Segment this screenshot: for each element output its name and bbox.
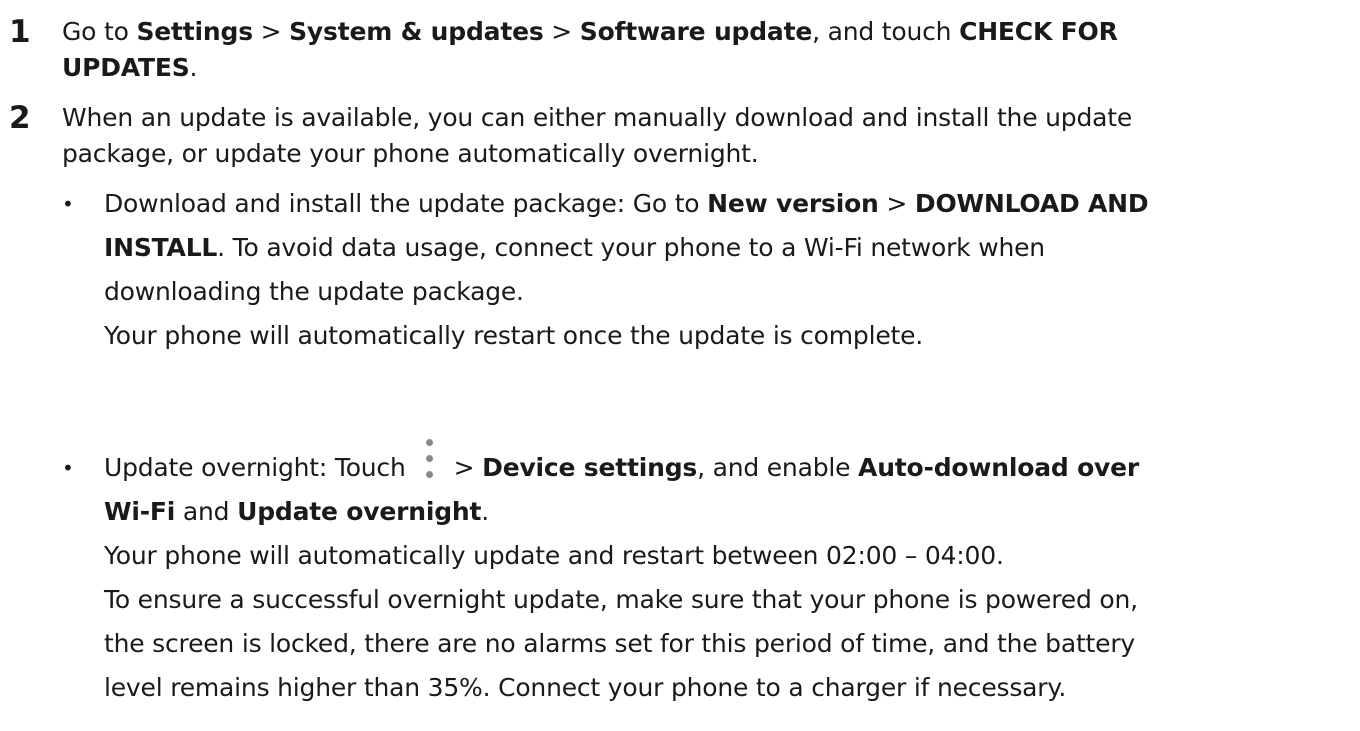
bullet-dot: • <box>62 192 74 216</box>
update-overnight-label: Update overnight <box>237 497 482 526</box>
step-number: 1 <box>9 14 31 50</box>
step-1-line-1: Go to Settings > System & updates > Soft… <box>62 14 1352 50</box>
text-run: > <box>878 189 915 218</box>
bullet-2-line-1: Update overnight: Touch > Device settings… <box>104 439 1354 490</box>
step-2-text: When an update is available, you can eit… <box>62 100 1352 172</box>
download-and-install-label: DOWNLOAD AND <box>914 189 1149 218</box>
step-1-text: Go to Settings > System & updates > Soft… <box>62 14 1352 86</box>
text-run: . <box>481 497 489 526</box>
text-run: . <box>189 53 198 82</box>
bullet-2-line-2: Wi-Fi and Update overnight. <box>104 490 1354 534</box>
bullet-2-text: Update overnight: Touch > Device settings… <box>104 439 1354 710</box>
bullet-1-line-3: downloading the update package. <box>104 277 524 306</box>
check-for-updates-label: CHECK FOR <box>959 17 1118 46</box>
text-run: , and enable <box>697 453 859 482</box>
bullet-2-line-6: level remains higher than 35%. Connect y… <box>104 673 1067 702</box>
text-run: > <box>252 17 290 46</box>
text-run: Download and install the update package:… <box>104 189 708 218</box>
check-for-updates-label-cont: UPDATES <box>62 53 190 82</box>
step-2-line-2: package, or update your phone automatica… <box>62 139 759 168</box>
text-run: > <box>543 17 580 46</box>
new-version-label: New version <box>707 189 879 218</box>
bullet-1-line-1: Download and install the update package:… <box>104 182 1354 226</box>
bullet-1-line-2: INSTALL. To avoid data usage, connect yo… <box>104 226 1354 270</box>
step-1-line-2: UPDATES. <box>62 50 1352 86</box>
bullet-1-text: Download and install the update package:… <box>104 182 1354 358</box>
download-and-install-label-cont: INSTALL <box>104 233 218 262</box>
auto-download-label-cont: Wi-Fi <box>104 497 176 526</box>
text-run: , and touch <box>812 17 960 46</box>
bullet-2-line-3: Your phone will automatically update and… <box>104 541 1004 570</box>
device-settings-label: Device settings <box>482 453 698 482</box>
more-vertical-icon <box>414 439 448 479</box>
text-run: Go to <box>62 17 137 46</box>
settings-label: Settings <box>136 17 253 46</box>
step-number: 2 <box>9 100 31 136</box>
bullet-1-line-4: Your phone will automatically restart on… <box>104 321 924 350</box>
system-updates-label: System & updates <box>289 17 544 46</box>
bullet-dot: • <box>62 456 74 480</box>
text-run: Update overnight: Touch <box>104 453 406 482</box>
software-update-label: Software update <box>579 17 813 46</box>
text-run: and <box>175 497 238 526</box>
text-run: > <box>453 453 483 482</box>
bullet-2-line-4: To ensure a successful overnight update,… <box>104 585 1138 614</box>
document-page: 1 Go to Settings > System & updates > So… <box>0 0 1360 731</box>
text-run: . To avoid data usage, connect your phon… <box>217 233 1045 262</box>
step-2-line-1: When an update is available, you can eit… <box>62 103 1133 132</box>
bullet-2-line-5: the screen is locked, there are no alarm… <box>104 629 1136 658</box>
auto-download-label: Auto-download over <box>858 453 1140 482</box>
